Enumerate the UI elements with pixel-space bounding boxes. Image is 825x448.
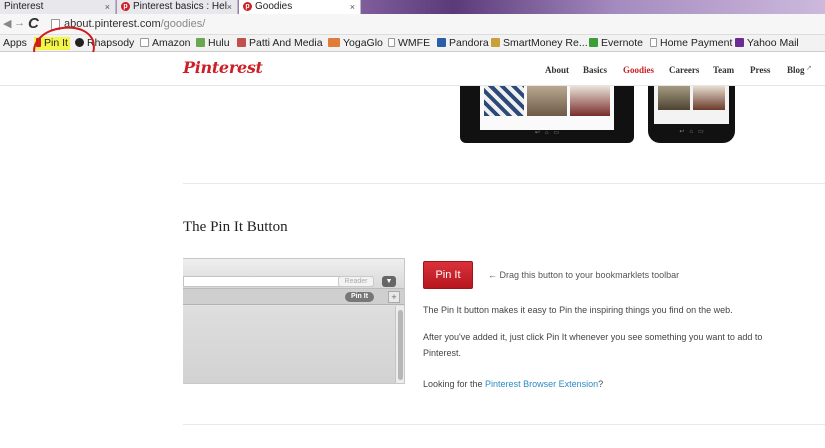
bookmark-wmfe[interactable]: WMFE (388, 37, 430, 50)
illustration-reader-button: Reader (338, 276, 374, 287)
section-divider (183, 424, 825, 425)
description-2: After you've added it, just click Pin It… (423, 332, 763, 358)
bookmark-label: Yahoo Mail (747, 37, 799, 49)
tablet-device-image: ↩ ⌂ ▭ (460, 86, 634, 143)
bookmark-yogaglo[interactable]: YogaGlo (328, 37, 383, 50)
pin-thumbnail (570, 86, 610, 116)
pandora-icon (437, 38, 446, 47)
pin-it-bookmarklet-button[interactable]: Pin It (423, 261, 473, 289)
site-header: Pinterest About Basics Goodies Careers T… (0, 52, 825, 86)
description-1: The Pin It button makes it easy to Pin t… (423, 305, 733, 315)
bookmark-home-payment[interactable]: Home Payment (650, 37, 732, 50)
patti-icon (237, 38, 246, 47)
nav-about[interactable]: About (545, 65, 569, 75)
bookmark-smartmoney[interactable]: SmartMoney Re... (491, 37, 588, 50)
description-3-prefix: Looking for the (423, 379, 486, 389)
phone-nav-icons: ↩ ⌂ ▭ (679, 129, 704, 135)
nav-goodies[interactable]: Goodies (623, 65, 654, 75)
bookmarks-bar: Apps Pin It Rhapsody Amazon Hulu Patti A… (0, 35, 825, 52)
illustration-scrollbar (395, 306, 404, 383)
bookmark-apps[interactable]: Apps (3, 37, 27, 50)
tab-title: Goodies (255, 1, 293, 12)
illustration-scroll-thumb (398, 310, 403, 380)
bookmark-label: Pandora (449, 37, 489, 49)
pinterest-favicon-icon: p (243, 1, 252, 11)
tab-goodies[interactable]: p Goodies × (239, 0, 361, 14)
bookmark-label: Home Payment (660, 37, 733, 49)
bookmark-label: Patti And Media (249, 37, 323, 49)
close-icon[interactable]: × (350, 0, 355, 14)
download-icon: ▼ (382, 276, 396, 287)
bookmark-patti-and-media[interactable]: Patti And Media (237, 37, 323, 50)
nav-careers[interactable]: Careers (669, 65, 699, 75)
url-path: /goodies/ (160, 18, 206, 30)
yogaglo-icon (328, 38, 340, 47)
browser-extension-link[interactable]: Pinterest Browser Extension (485, 379, 598, 389)
bookmark-label: YogaGlo (343, 37, 383, 49)
external-link-icon: ↗ (806, 64, 812, 72)
tablet-screen (480, 86, 614, 130)
page-icon (388, 38, 395, 47)
bookmark-label: Hulu (208, 37, 230, 49)
pin-thumbnail (658, 86, 690, 110)
pin-thumbnail (484, 86, 524, 116)
pinterest-logo[interactable]: Pinterest (183, 58, 263, 77)
description-3: Looking for the Pinterest Browser Extens… (423, 376, 793, 392)
pinterest-favicon-icon: p (121, 1, 130, 11)
tablet-nav-icons: ↩ ⌂ ▭ (534, 130, 560, 136)
bookmark-hulu[interactable]: Hulu (196, 37, 230, 50)
address-bar: ◀ → C about.pinterest.com/goodies/ (0, 14, 825, 35)
section-divider (183, 183, 825, 184)
drag-hint: ← Drag this button to your bookmarklets … (488, 270, 680, 280)
nav-press[interactable]: Press (750, 65, 770, 75)
browser-toolbar-illustration: Reader ▼ Pin It + (183, 258, 405, 384)
phone-device-image: ↩ ⌂ ▭ (648, 86, 735, 143)
close-icon[interactable]: × (105, 0, 110, 14)
hulu-icon (196, 38, 205, 47)
bookmark-label: SmartMoney Re... (503, 37, 588, 49)
smartmoney-icon (491, 38, 500, 47)
yahoo-icon (735, 38, 744, 47)
illustration-content-area (183, 306, 395, 383)
reload-icon[interactable]: C (28, 15, 39, 32)
nav-blog[interactable]: Blog (787, 65, 805, 75)
tab-pinterest-basics[interactable]: p Pinterest basics : Hel × (117, 0, 238, 14)
illustration-bookmarks-bar: Pin It + (183, 289, 404, 305)
nav-team[interactable]: Team (713, 65, 734, 75)
bookmark-yahoo-mail[interactable]: Yahoo Mail (735, 37, 799, 50)
pin-thumbnail (693, 86, 725, 110)
close-icon[interactable]: × (227, 0, 232, 14)
page-icon (650, 38, 657, 47)
description-3-suffix: ? (598, 379, 604, 389)
bookmark-label: WMFE (398, 37, 431, 49)
bookmark-pandora[interactable]: Pandora (437, 37, 489, 50)
phone-screen (654, 86, 729, 124)
section-title: The Pin It Button (183, 219, 288, 235)
illustration-pin-it-bookmark: Pin It (345, 292, 374, 302)
tab-title: Pinterest (4, 1, 44, 12)
tab-pinterest[interactable]: Pinterest × (0, 0, 116, 14)
bookmark-label: Apps (3, 37, 27, 49)
pin-thumbnail (527, 86, 567, 116)
bookmark-label: Amazon (152, 37, 191, 49)
back-arrow-icon[interactable]: ◀ (3, 17, 11, 30)
plus-icon: + (388, 291, 400, 303)
forward-arrow-icon[interactable]: → (14, 17, 25, 29)
bookmark-label: Evernote (601, 37, 644, 49)
evernote-icon (589, 38, 598, 47)
bookmark-amazon[interactable]: Amazon (140, 37, 191, 50)
nav-basics[interactable]: Basics (583, 65, 607, 75)
tab-title: Pinterest basics : Hel (133, 1, 227, 12)
url-field[interactable]: about.pinterest.com/goodies/ (64, 18, 205, 30)
browser-tab-bar: Pinterest × p Pinterest basics : Hel × pG… (0, 0, 825, 14)
amazon-icon (140, 38, 149, 47)
bookmark-evernote[interactable]: Evernote (589, 37, 643, 50)
